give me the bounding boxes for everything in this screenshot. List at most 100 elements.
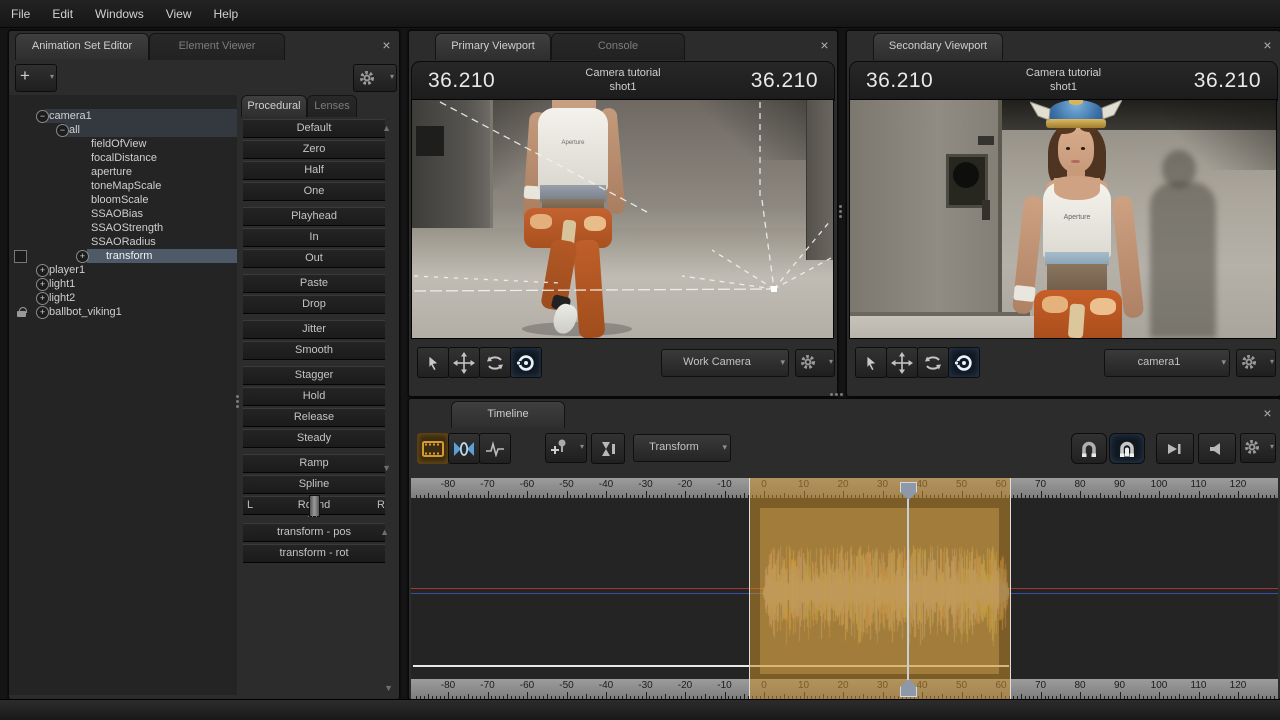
timeline-settings-button[interactable]: ▾ [1240, 433, 1276, 463]
ruler-tick [527, 692, 528, 699]
menu-edit[interactable]: Edit [41, 0, 84, 27]
close-icon[interactable]: × [379, 38, 394, 53]
close-icon[interactable]: × [1260, 406, 1275, 421]
shot-title: Camera tutorial shot1 [412, 66, 834, 94]
procedural-button-playhead[interactable]: Playhead [243, 207, 385, 226]
procedural-button-steady[interactable]: Steady [243, 429, 385, 448]
tab-secondary-viewport[interactable]: Secondary Viewport [873, 33, 1003, 60]
tree-item-camera1[interactable]: − camera1 [9, 109, 237, 123]
orbit-camera-button[interactable] [948, 347, 980, 378]
operation-selector-dropdown[interactable]: Transform ▾ [633, 434, 731, 462]
tree-item-bloomScale[interactable]: bloomScale [9, 193, 237, 207]
tab-primary-viewport[interactable]: Primary Viewport [435, 33, 551, 60]
move-tool-button[interactable] [886, 347, 918, 378]
tab-procedural[interactable]: Procedural [241, 95, 307, 117]
procedural-button-default[interactable]: Default [243, 119, 385, 138]
procedural-button-drop[interactable]: Drop [243, 295, 385, 314]
clip-editor-mode-button[interactable] [417, 433, 449, 464]
tab-timeline[interactable]: Timeline [451, 401, 565, 428]
menu-windows[interactable]: Windows [84, 0, 155, 27]
move-tool-button[interactable] [448, 347, 480, 378]
audio-button[interactable] [1198, 433, 1236, 464]
procedural-button-out[interactable]: Out [243, 249, 385, 268]
expand-icon[interactable]: + [36, 306, 49, 319]
tab-console[interactable]: Console [551, 33, 685, 60]
motion-editor-mode-button[interactable] [448, 433, 480, 464]
ruler-label: 110 [1190, 479, 1207, 490]
tree-item-toneMapScale[interactable]: toneMapScale [9, 179, 237, 193]
preset-transform-pos[interactable]: transform - pos [243, 523, 385, 542]
preset-transform-rot[interactable]: transform - rot [243, 544, 385, 563]
select-tool-button[interactable] [855, 347, 887, 378]
scroll-up-icon[interactable]: ▲ [380, 527, 389, 537]
orbit-camera-button[interactable] [510, 347, 542, 378]
tree-item-fieldOfView[interactable]: fieldOfView [9, 137, 237, 151]
procedural-button-jitter[interactable]: Jitter [243, 320, 385, 339]
camera-selector-dropdown[interactable]: camera1 ▾ [1104, 349, 1230, 377]
scroll-down-icon[interactable]: ▼ [384, 683, 393, 693]
tree-item-all[interactable]: − all [9, 123, 237, 137]
menu-help[interactable]: Help [203, 0, 250, 27]
tree-item-light1[interactable]: + light1 [9, 277, 237, 291]
add-animation-set-button[interactable]: + ▾ [15, 64, 57, 92]
procedural-button-half[interactable]: Half [243, 161, 385, 180]
close-icon[interactable]: × [817, 38, 832, 53]
scroll-down-icon[interactable]: ▼ [382, 463, 391, 473]
tree-item-transform[interactable]: + transform [9, 249, 237, 263]
shot-clip-region[interactable] [749, 478, 1011, 699]
procedural-button-one[interactable]: One [243, 182, 385, 201]
procedural-button-spline[interactable]: Spline [243, 475, 385, 494]
snap-clips-button[interactable] [1109, 433, 1145, 464]
procedural-button-hold[interactable]: Hold [243, 387, 385, 406]
splitter-handle[interactable] [839, 203, 842, 220]
graph-editor-mode-button[interactable] [479, 433, 511, 464]
viewport-settings-button[interactable]: ▾ [795, 349, 835, 377]
menu-file[interactable]: File [0, 0, 41, 27]
expand-icon[interactable]: + [36, 292, 49, 305]
procedural-button-zero[interactable]: Zero [243, 140, 385, 159]
go-to-end-button[interactable] [1156, 433, 1194, 464]
tree-item-focalDistance[interactable]: focalDistance [9, 151, 237, 165]
tab-element-viewer[interactable]: Element Viewer [149, 33, 285, 60]
expand-icon[interactable]: + [36, 278, 49, 291]
procedural-button-smooth[interactable]: Smooth [243, 341, 385, 360]
rotate-tool-button[interactable] [479, 347, 511, 378]
tree-item-player1[interactable]: + player1 [9, 263, 237, 277]
procedural-button-in[interactable]: In [243, 228, 385, 247]
expand-icon[interactable]: + [36, 264, 49, 277]
secondary-3d-scene[interactable]: Aperture [849, 99, 1277, 339]
procedural-button-paste[interactable]: Paste [243, 274, 385, 293]
collapse-icon[interactable]: − [56, 124, 69, 137]
procedural-button-release[interactable]: Release [243, 408, 385, 427]
expand-icon[interactable]: + [76, 250, 89, 263]
rotate-tool-button[interactable] [917, 347, 949, 378]
scroll-up-icon[interactable]: ▲ [382, 123, 391, 133]
tree-item-SSAORadius[interactable]: SSAORadius [9, 235, 237, 249]
procedural-button-ramp[interactable]: Ramp [243, 454, 385, 473]
splitter-handle[interactable] [236, 393, 239, 410]
splitter-handle[interactable] [828, 393, 845, 396]
magnet-active-icon [1120, 441, 1134, 457]
camera-selector-dropdown[interactable]: Work Camera ▾ [661, 349, 789, 377]
animation-set-tree[interactable]: − camera1− all fieldOfView focalDistance aper… [9, 95, 237, 695]
snap-frames-button[interactable] [1071, 433, 1107, 464]
select-tool-button[interactable] [417, 347, 449, 378]
tree-item-ballbot_viking1[interactable]: + ballbot_viking1 [9, 305, 237, 319]
primary-3d-scene[interactable]: Aperture [411, 99, 834, 339]
tree-item-checkbox[interactable] [14, 250, 27, 263]
viewport-settings-button[interactable]: ▾ [1236, 349, 1276, 377]
tree-item-light2[interactable]: + light2 [9, 291, 237, 305]
tab-lenses[interactable]: Lenses [307, 95, 357, 117]
tree-item-SSAOBias[interactable]: SSAOBias [9, 207, 237, 221]
tree-item-SSAOStrength[interactable]: SSAOStrength [9, 221, 237, 235]
procedural-button-stagger[interactable]: Stagger [243, 366, 385, 385]
retime-button[interactable] [591, 433, 625, 464]
tab-animation-set-editor[interactable]: Animation Set Editor [15, 33, 149, 60]
tree-item-aperture[interactable]: aperture [9, 165, 237, 179]
add-keyframe-button[interactable]: ▾ [545, 433, 587, 463]
collapse-icon[interactable]: − [36, 110, 49, 123]
menu-view[interactable]: View [155, 0, 203, 27]
playhead-line[interactable] [907, 482, 909, 695]
asE-settings-button[interactable]: ▾ [353, 64, 397, 92]
close-icon[interactable]: × [1260, 38, 1275, 53]
